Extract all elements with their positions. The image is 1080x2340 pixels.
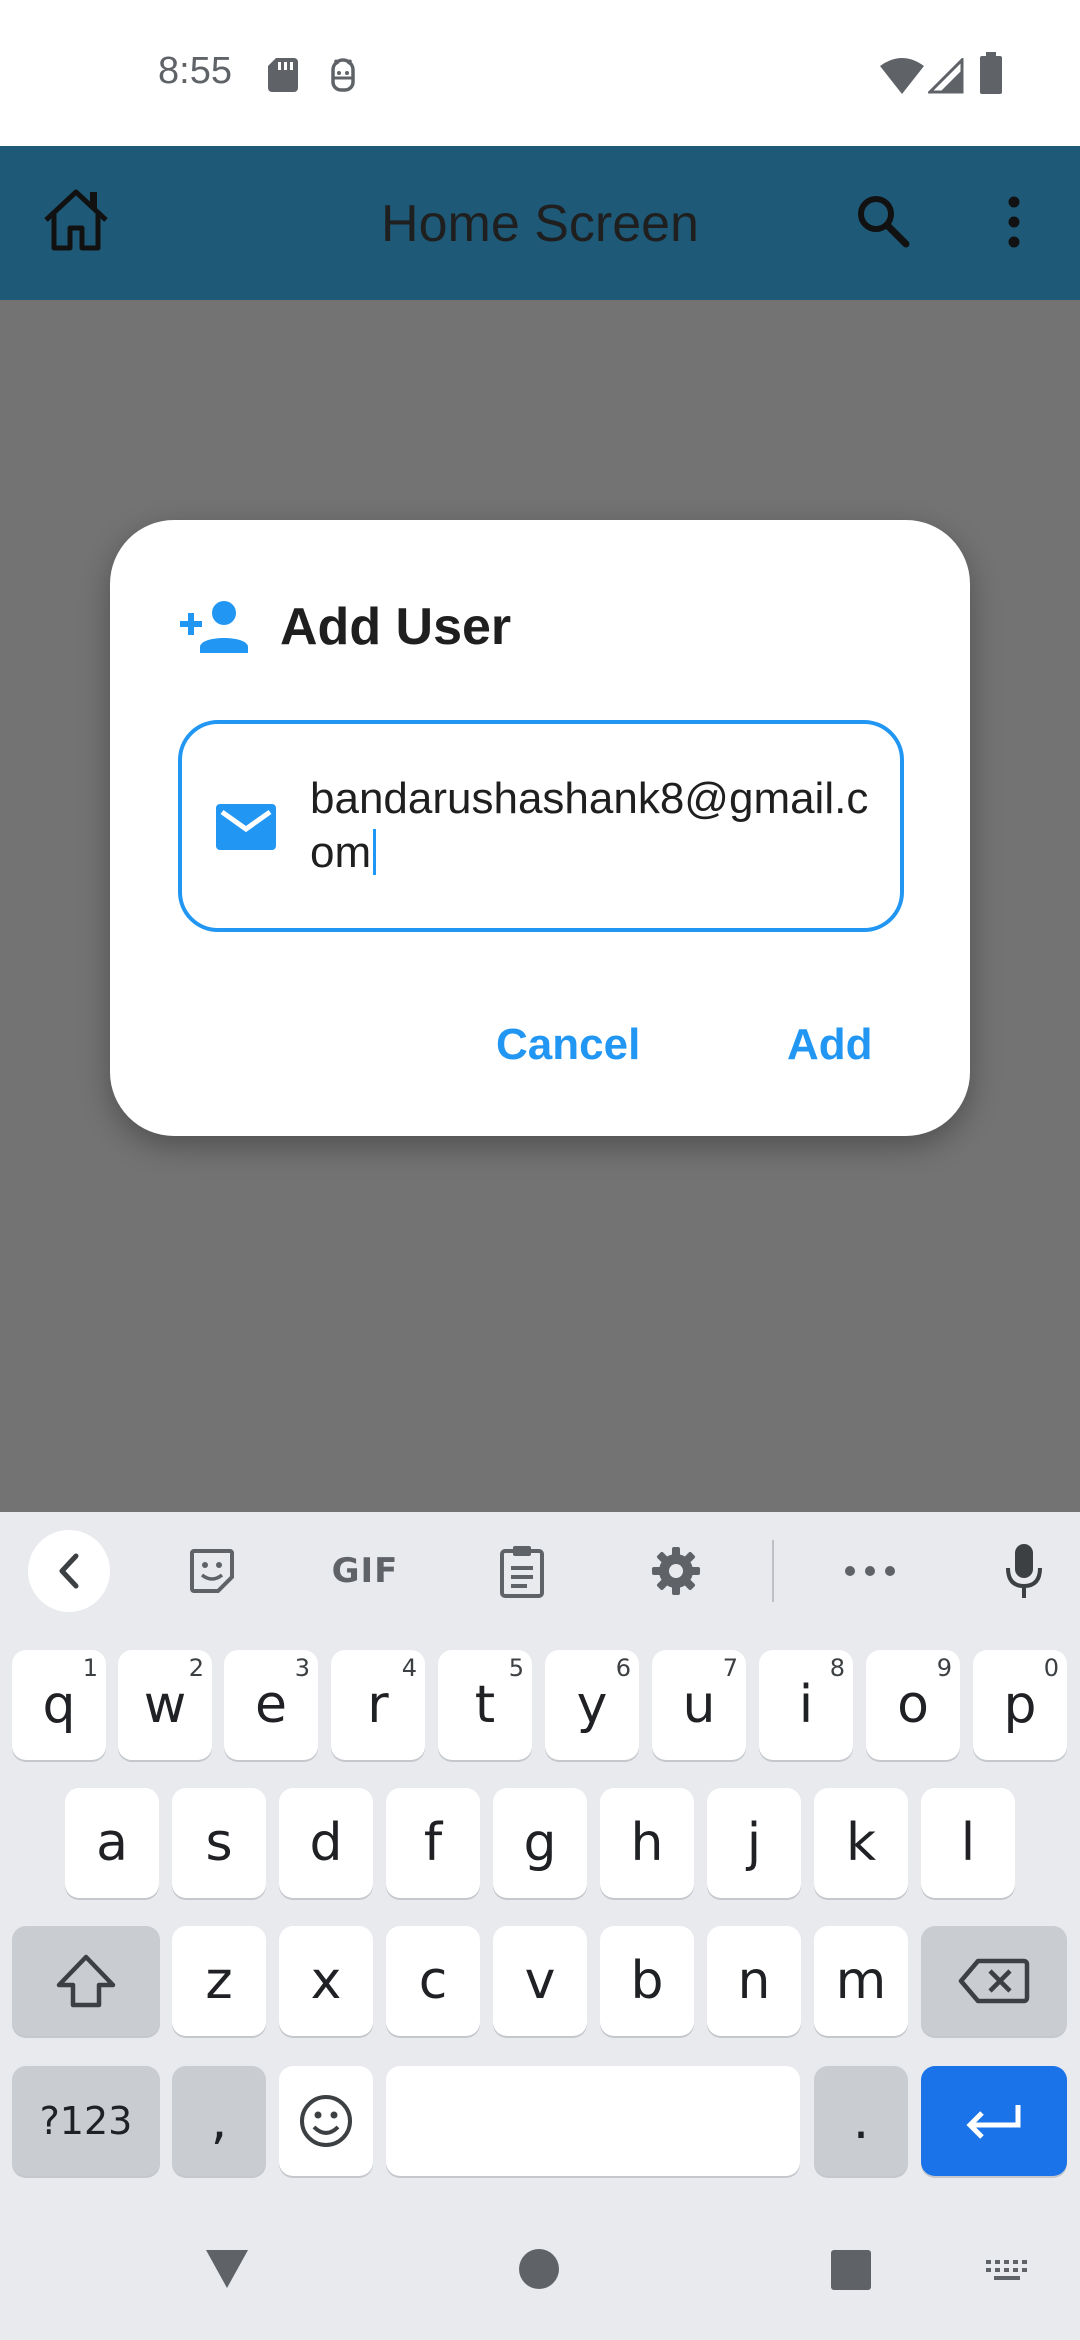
app-title: Home Screen [381,195,699,253]
comma-key[interactable]: , [172,2066,266,2176]
key-e[interactable]: e3 [224,1650,318,1760]
key-c[interactable]: c [386,1926,480,2036]
key-f[interactable]: f [386,1788,480,1898]
person-add-icon [180,601,248,653]
sd-card-icon [268,58,298,92]
space-key[interactable] [386,2066,800,2176]
gif-label: GIF [331,1551,399,1591]
key-d[interactable]: d [279,1788,373,1898]
emoji-key[interactable] [279,2066,373,2176]
key-l[interactable]: l [921,1788,1015,1898]
key-u[interactable]: u7 [652,1650,746,1760]
key-b[interactable]: b [600,1926,694,2036]
symbols-key[interactable]: ?123 [12,2066,160,2176]
add-button[interactable]: Add [787,1020,873,1070]
back-triangle-icon[interactable] [204,2248,250,2290]
email-input-value[interactable]: bandarushashank8@gmail.com [310,772,880,880]
recents-square-icon[interactable] [830,2250,872,2290]
key-o[interactable]: o9 [866,1650,960,1760]
key-t[interactable]: t5 [438,1650,532,1760]
android-debug-icon [331,58,355,92]
toolbar-divider [772,1540,774,1602]
dialog-title: Add User [280,598,512,656]
mail-icon [216,804,276,850]
search-icon[interactable] [852,190,912,250]
key-y[interactable]: y6 [545,1650,639,1760]
key-x[interactable]: x [279,1926,373,2036]
email-text: bandarushashank8@gmail.com [310,774,869,877]
cell-signal-icon [928,58,964,94]
add-user-dialog: Add User bandarushashank8@gmail.com Canc… [110,520,970,1136]
back-chevron-icon[interactable] [28,1530,110,1612]
key-j[interactable]: j [707,1788,801,1898]
clipboard-icon[interactable] [492,1536,552,1606]
settings-gear-icon[interactable] [646,1536,706,1606]
shift-arrow-icon [56,1954,116,2008]
more-vert-icon[interactable] [1000,192,1028,252]
key-r[interactable]: r4 [331,1650,425,1760]
key-q[interactable]: q1 [12,1650,106,1760]
keyboard-toolbar: GIF [0,1512,1080,1632]
battery-icon [980,52,1002,94]
key-p[interactable]: p0 [973,1650,1067,1760]
key-w[interactable]: w2 [118,1650,212,1760]
backspace-icon [958,1958,1030,2004]
key-v[interactable]: v [493,1926,587,2036]
key-i[interactable]: i8 [759,1650,853,1760]
mic-icon[interactable] [994,1536,1054,1606]
wifi-icon [880,58,924,94]
system-nav-bar [0,2206,1080,2340]
status-bar: 8:55 [0,0,1080,146]
email-field[interactable]: bandarushashank8@gmail.com [178,720,904,932]
app-bar: Home Screen [0,146,1080,300]
key-n[interactable]: n [707,1926,801,2036]
emoji-icon [300,2095,352,2147]
backspace-key[interactable] [921,1926,1067,2036]
keyboard-switch-icon[interactable] [986,2260,1028,2284]
enter-key[interactable] [921,2066,1067,2176]
status-time: 8:55 [158,50,232,92]
text-cursor [373,829,377,875]
gif-button[interactable]: GIF [320,1536,410,1606]
key-h[interactable]: h [600,1788,694,1898]
period-key[interactable]: . [814,2066,908,2176]
key-a[interactable]: a [65,1788,159,1898]
cancel-button[interactable]: Cancel [496,1020,640,1070]
dialog-header: Add User [178,592,511,662]
home-circle-icon[interactable] [518,2248,560,2290]
key-k[interactable]: k [814,1788,908,1898]
enter-arrow-icon [966,2105,1021,2139]
key-s[interactable]: s [172,1788,266,1898]
key-m[interactable]: m [814,1926,908,2036]
key-z[interactable]: z [172,1926,266,2036]
key-g[interactable]: g [493,1788,587,1898]
shift-key[interactable] [12,1926,160,2036]
more-horiz-icon[interactable] [838,1536,902,1606]
sticker-icon[interactable] [180,1536,244,1606]
symbols-label: ?123 [39,2099,133,2143]
